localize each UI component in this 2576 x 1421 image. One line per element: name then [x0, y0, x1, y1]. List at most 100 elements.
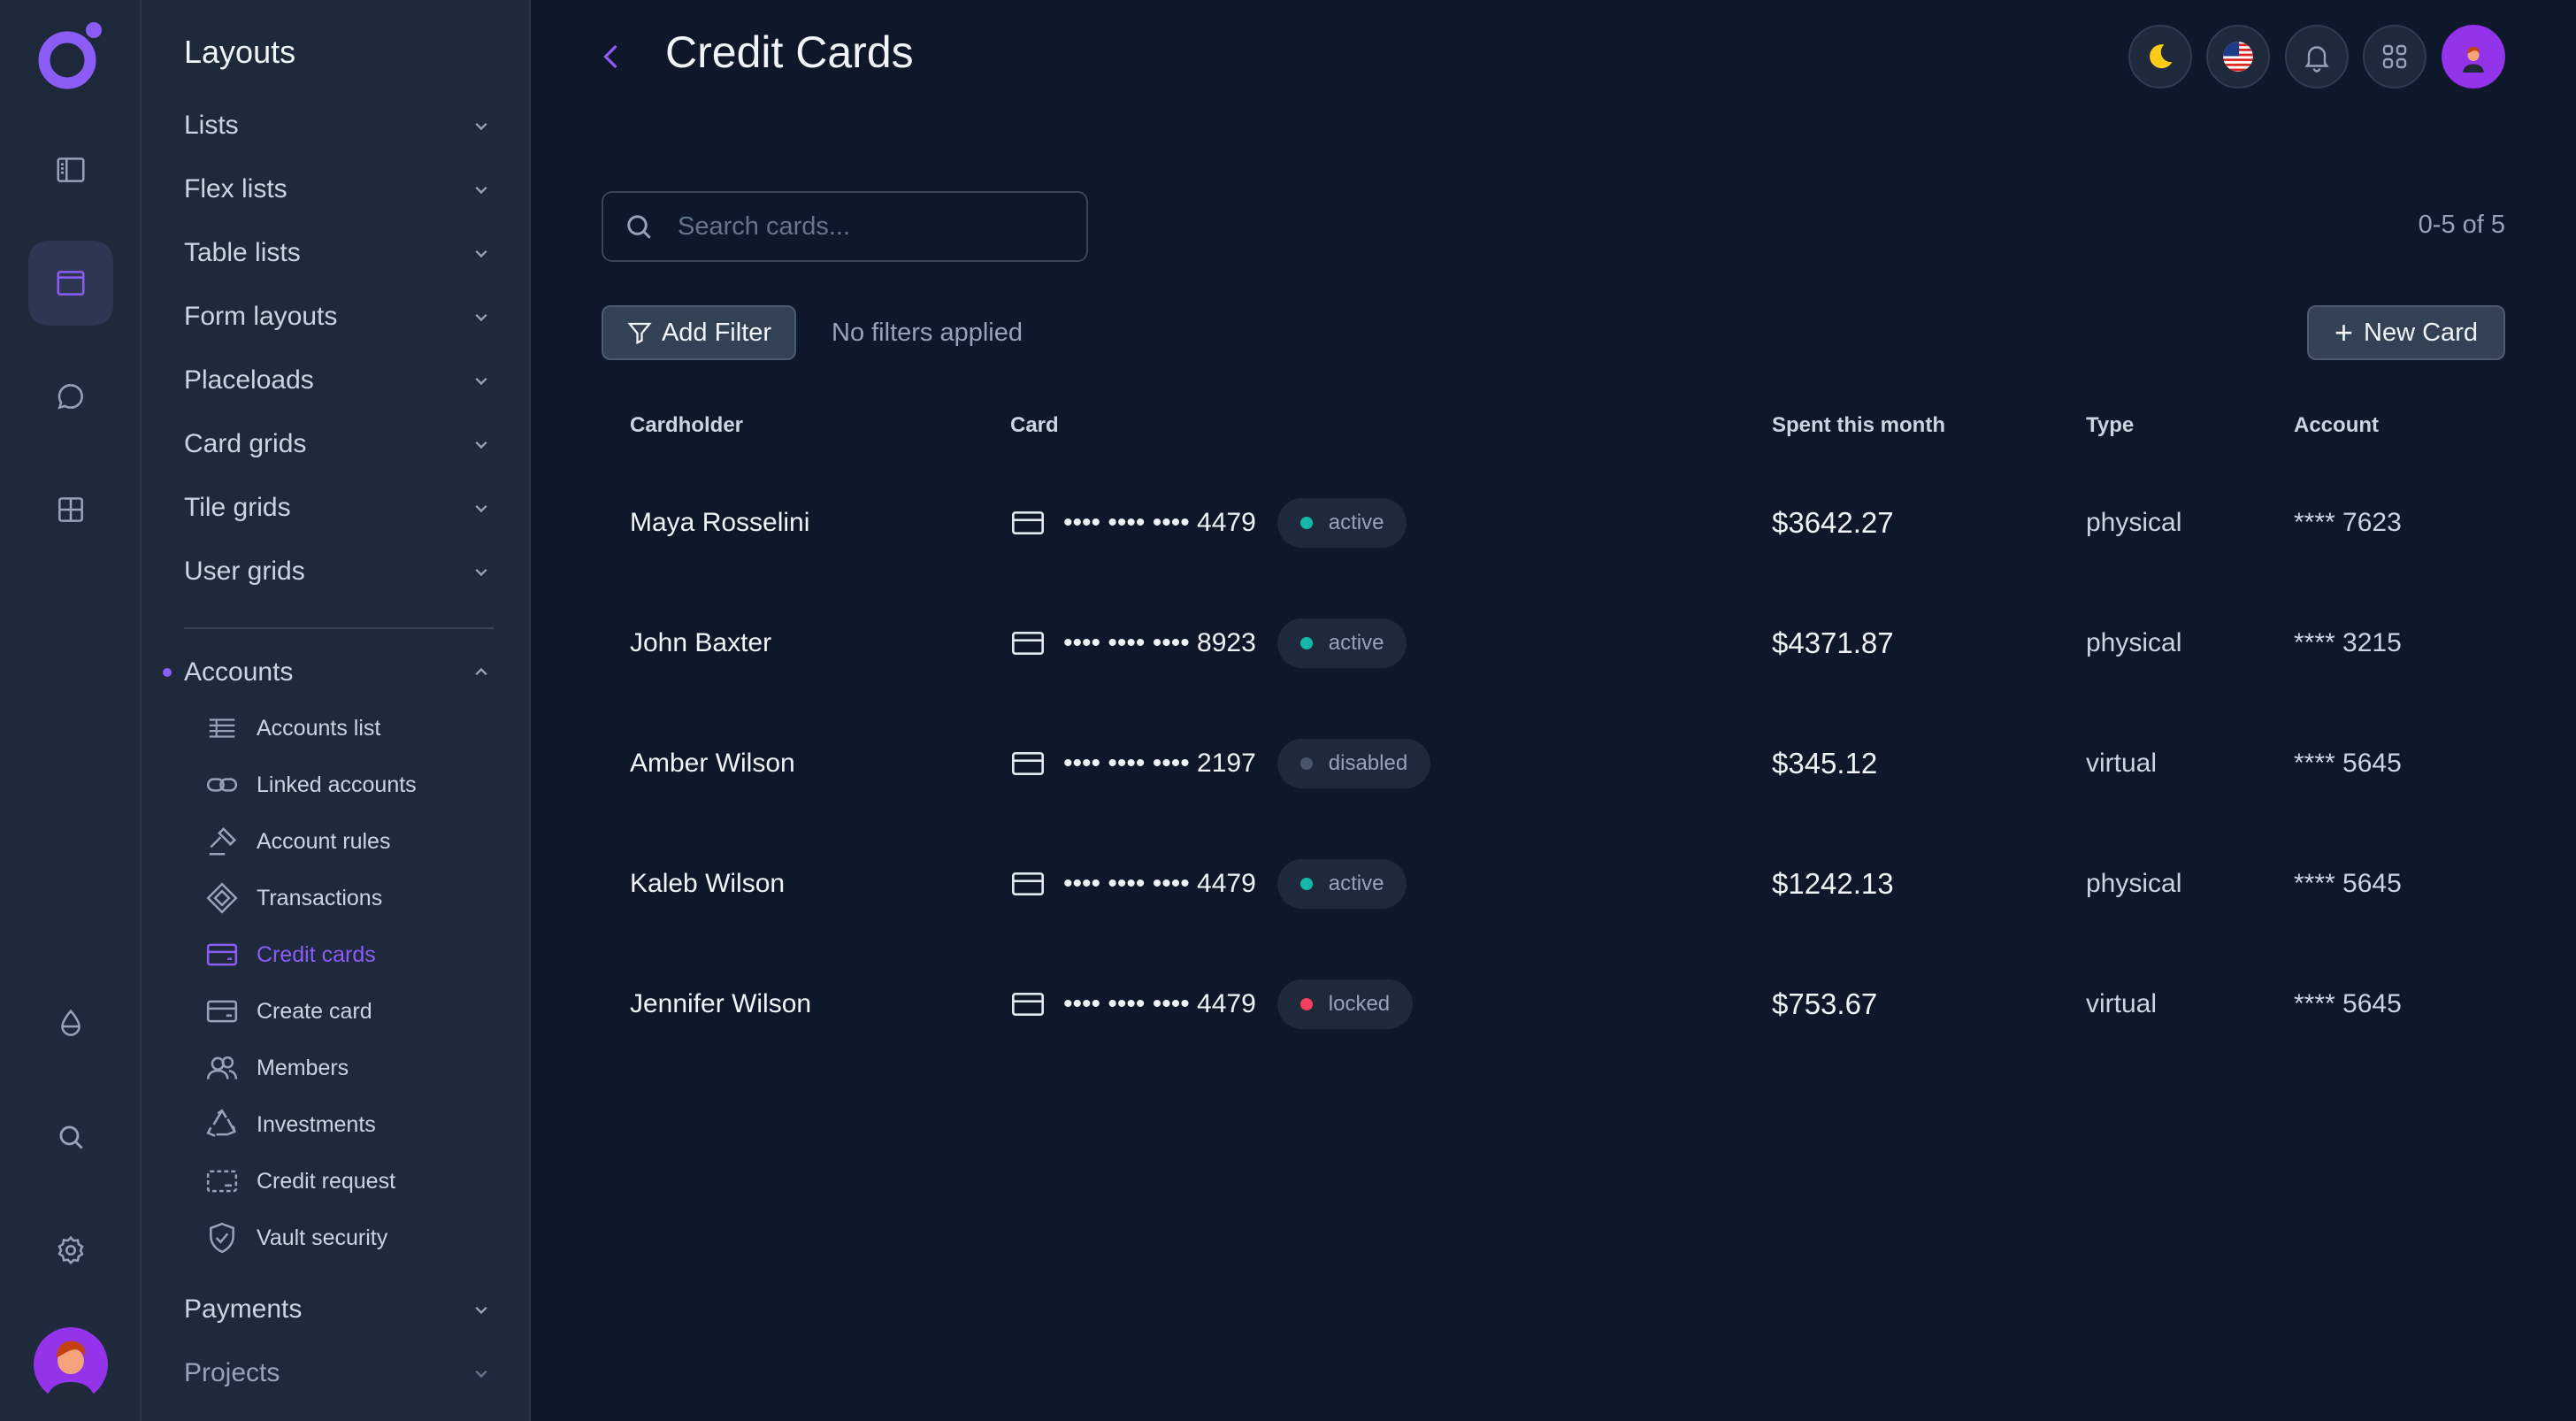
submenu-credit-cards[interactable]: Credit cards	[205, 933, 497, 977]
chevron-down-icon	[475, 441, 487, 449]
submenu-create-card[interactable]: Create card	[205, 989, 497, 1033]
language-selector[interactable]	[2206, 25, 2270, 88]
submenu-members[interactable]: Members	[205, 1046, 497, 1090]
back-button[interactable]	[594, 35, 630, 78]
status-badge: active	[1276, 498, 1407, 548]
card-type: physical	[2086, 508, 2182, 537]
table-row[interactable]: Amber Wilson •••• •••• •••• 2197 disable…	[602, 703, 2505, 824]
table-row[interactable]: Jennifer Wilson •••• •••• •••• 4479 lock…	[602, 944, 2505, 1064]
menu-group-table-lists[interactable]: Table lists	[184, 227, 494, 280]
account-number: **** 3215	[2294, 628, 2402, 657]
settings-nav-button[interactable]	[28, 1208, 113, 1293]
status-badge: locked	[1276, 979, 1414, 1029]
sidebar-icon	[57, 157, 85, 182]
menu-group-label: Card grids	[184, 429, 307, 458]
card-type: physical	[2086, 628, 2182, 657]
filter-status-text: No filters applied	[832, 319, 1023, 347]
table-row[interactable]: Kaleb Wilson •••• •••• •••• 4479 active …	[602, 824, 2505, 944]
new-card-button[interactable]: + New Card	[2307, 305, 2505, 360]
column-header-account[interactable]: Account	[2294, 413, 2379, 438]
shield-check-icon	[210, 1222, 234, 1254]
menu-group-accounts[interactable]: Accounts	[184, 646, 494, 699]
submenu-transactions[interactable]: Transactions	[205, 876, 497, 920]
submenu-credit-request[interactable]: Credit request	[205, 1159, 497, 1203]
chevron-down-icon	[475, 377, 487, 386]
search-nav-button[interactable]	[28, 1095, 113, 1179]
menu-group-tile-grids[interactable]: Tile grids	[184, 481, 494, 534]
search-box[interactable]	[602, 191, 1088, 262]
submenu-label: Account rules	[257, 828, 391, 854]
submenu-label: Create card	[257, 998, 372, 1024]
status-dot	[1300, 878, 1313, 890]
notifications-button[interactable]	[2285, 25, 2349, 88]
active-group-dot	[163, 668, 172, 677]
new-card-label: New Card	[2364, 318, 2478, 347]
menu-group-placeloads[interactable]: Placeloads	[184, 354, 494, 407]
menu-group-form-layouts[interactable]: Form layouts	[184, 290, 494, 343]
dashboards-nav-button[interactable]	[28, 467, 113, 552]
theme-nav-button[interactable]	[28, 981, 113, 1066]
card-plus-icon	[206, 1000, 238, 1023]
menu-group-payments[interactable]: Payments	[184, 1283, 494, 1336]
account-number: **** 7623	[2294, 508, 2402, 537]
user-avatar[interactable]	[34, 1327, 108, 1402]
search-input[interactable]	[676, 211, 1069, 242]
submenu-label: Investments	[257, 1111, 376, 1137]
submenu-linked-accounts[interactable]: Linked accounts	[205, 763, 497, 807]
panel-divider	[184, 627, 494, 629]
submenu-accounts-list[interactable]: Accounts list	[205, 706, 497, 750]
submenu-label: Vault security	[257, 1225, 388, 1250]
card-number: •••• •••• •••• 8923	[1063, 628, 1256, 657]
chevron-down-icon	[475, 313, 487, 322]
chevron-down-icon	[475, 122, 487, 131]
account-number: **** 5645	[2294, 749, 2402, 778]
table-row[interactable]: John Baxter •••• •••• •••• 8923 active $…	[602, 583, 2505, 703]
link-icon	[206, 778, 238, 792]
apps-grid-icon	[2382, 44, 2407, 69]
chevron-down-icon	[475, 1370, 487, 1379]
menu-group-lists[interactable]: Lists	[184, 99, 494, 152]
column-header-type[interactable]: Type	[2086, 413, 2134, 438]
dark-mode-toggle[interactable]	[2128, 25, 2192, 88]
submenu-investments[interactable]: Investments	[205, 1102, 497, 1147]
status-dot	[1300, 998, 1313, 1010]
card-type: virtual	[2086, 989, 2158, 1018]
cardholder-name: John Baxter	[630, 628, 772, 657]
sidebar-toggle-button[interactable]	[28, 127, 113, 212]
submenu-label: Credit request	[257, 1168, 396, 1194]
gavel-icon	[209, 826, 237, 856]
menu-group-user-grids[interactable]: User grids	[184, 545, 494, 598]
panel-title: Layouts	[184, 34, 296, 70]
credit-card-icon	[1012, 993, 1044, 1016]
messages-nav-button[interactable]	[28, 354, 113, 439]
profile-avatar-button[interactable]	[2442, 25, 2505, 88]
menu-group-card-grids[interactable]: Card grids	[184, 418, 494, 471]
submenu-account-rules[interactable]: Account rules	[205, 819, 497, 864]
table-row[interactable]: Maya Rosselini •••• •••• •••• 4479 activ…	[602, 463, 2505, 583]
submenu-vault-security[interactable]: Vault security	[205, 1216, 497, 1260]
brand-logo[interactable]	[35, 21, 106, 92]
status-dot	[1300, 517, 1313, 529]
search-icon	[59, 1125, 83, 1149]
card-type: physical	[2086, 869, 2182, 898]
menu-group-projects[interactable]: Projects	[184, 1347, 494, 1400]
layouts-nav-button[interactable]	[28, 241, 113, 326]
menu-group-flex-lists[interactable]: Flex lists	[184, 163, 494, 216]
account-number: **** 5645	[2294, 869, 2402, 898]
add-filter-button[interactable]: Add Filter	[602, 305, 796, 360]
pagination-summary: 0-5 of 5	[2418, 211, 2505, 239]
menu-group-label: Lists	[184, 111, 239, 140]
apps-button[interactable]	[2363, 25, 2426, 88]
column-header-card[interactable]: Card	[1010, 413, 1059, 438]
column-header-spent[interactable]: Spent this month	[1772, 413, 1945, 438]
menu-group-label: Projects	[184, 1358, 280, 1387]
menu-group-label: Flex lists	[184, 174, 288, 204]
status-text: active	[1328, 631, 1384, 655]
column-header-cardholder[interactable]: Cardholder	[630, 413, 743, 438]
grid-icon	[58, 497, 83, 522]
status-text: locked	[1328, 992, 1391, 1016]
list-lines-icon	[209, 718, 235, 738]
account-number: **** 5645	[2294, 989, 2402, 1018]
menu-group-label: Payments	[184, 1294, 303, 1324]
status-text: active	[1328, 872, 1384, 895]
